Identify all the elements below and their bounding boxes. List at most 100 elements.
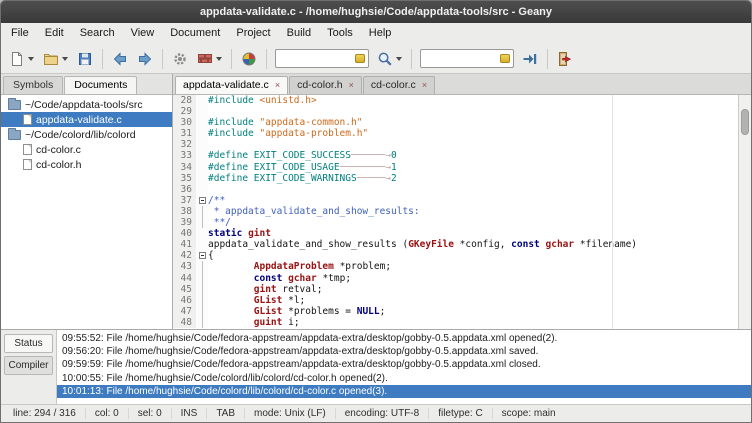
bottom-tab-compiler[interactable]: Compiler [4,356,53,375]
tree-item[interactable]: ~/Code/colord/lib/colord [1,127,172,142]
code-line[interactable]: 29 [173,106,738,117]
status-message[interactable]: 10:01:13: File /home/hughsie/Code/colord… [57,385,751,398]
menu-item-tools[interactable]: Tools [319,23,361,44]
documents-tree: ~/Code/appdata-tools/srcappdata-validate… [1,95,172,329]
code-line[interactable]: 35 #define EXIT_CODE_WARNINGS─────→2 [173,173,738,184]
navigate-forward-button[interactable] [133,47,157,71]
statusbar: line: 294 / 316col: 0sel: 0INSTABmode: U… [1,404,751,422]
close-tab-icon[interactable]: × [349,81,354,90]
code-text: #include <unistd.h> [208,95,317,106]
code-line[interactable]: 43 AppdataProblem *problem; [173,261,738,272]
statusbar-item: mode: Unix (LF) [245,408,336,419]
fold-margin [196,239,208,250]
code-line[interactable]: 34#define EXIT_CODE_USAGE────────→1 [173,162,738,173]
long-line-marker [612,95,613,329]
menu-item-project[interactable]: Project [228,23,278,44]
tree-item[interactable]: ~/Code/appdata-tools/src [1,97,172,112]
fold-margin [196,317,208,328]
code-text: { [208,250,214,261]
navigate-back-button[interactable] [108,47,132,71]
code-text: #define EXIT_CODE_WARNINGS─────→2 [208,173,397,184]
code-line[interactable]: 36 [173,184,738,195]
code-line[interactable]: 42{ [173,250,738,261]
code-line[interactable]: 32 [173,139,738,150]
build-button[interactable] [193,47,226,71]
search-dropdown-icon[interactable] [396,57,402,61]
code-line[interactable]: 44 const gchar *tmp; [173,273,738,284]
code-line[interactable]: 37/** [173,195,738,206]
menu-item-search[interactable]: Search [72,23,123,44]
status-message[interactable]: 10:00:55: File /home/hughsie/Code/colord… [57,372,751,385]
compile-button[interactable] [168,47,192,71]
clear-search-icon[interactable] [355,54,365,63]
line-number: 39 [173,217,196,228]
code-line[interactable]: 47 GList *problems = NULL; [173,306,738,317]
statusbar-item: filetype: C [429,408,492,419]
build-dropdown-icon[interactable] [216,57,222,61]
code-line[interactable]: 46 GList *l; [173,295,738,306]
menu-item-edit[interactable]: Edit [37,23,72,44]
menu-item-help[interactable]: Help [361,23,400,44]
menu-item-view[interactable]: View [123,23,163,44]
menu-item-file[interactable]: File [3,23,37,44]
editor-scrollbar[interactable] [738,95,751,329]
sidebar-tab-documents[interactable]: Documents [64,76,137,94]
file-icon [23,114,32,125]
code-text: gint retval; [208,284,322,295]
editor-tab[interactable]: cd-color.c× [363,76,435,94]
new-file-button[interactable] [5,47,38,71]
line-number: 35 [173,173,196,184]
toolbar-separator [266,49,267,69]
open-file-button[interactable] [39,47,72,71]
open-file-dropdown-icon[interactable] [62,57,68,61]
code-line[interactable]: 38 * appdata_validate_and_show_results: [173,206,738,217]
statusbar-item: scope: main [493,408,565,419]
code-line[interactable]: 41appdata_validate_and_show_results (GKe… [173,239,738,250]
color-chooser-button[interactable] [237,47,261,71]
goto-line-button[interactable] [518,47,542,71]
toolbar-separator [162,49,163,69]
quit-button[interactable] [553,47,577,71]
sidebar: SymbolsDocuments ~/Code/appdata-tools/sr… [1,74,173,329]
fold-margin [196,273,208,284]
sidebar-tab-symbols[interactable]: Symbols [3,76,63,94]
code-text: guint i; [208,317,300,328]
code-line[interactable]: 28#include <unistd.h> [173,95,738,106]
code-line[interactable]: 30#include "appdata-common.h" [173,117,738,128]
code-line[interactable]: 33#define EXIT_CODE_SUCCESS──────→0 [173,150,738,161]
code-line[interactable]: 45 gint retval; [173,284,738,295]
save-file-button[interactable] [73,47,97,71]
close-tab-icon[interactable]: × [275,81,280,90]
editor-tab[interactable]: cd-color.h× [289,76,362,94]
statusbar-item: sel: 0 [129,408,172,419]
titlebar[interactable]: appdata-validate.c - /home/hughsie/Code/… [1,1,751,23]
code-line[interactable]: 48 guint i; [173,317,738,328]
code-line[interactable]: 31#include "appdata-problem.h" [173,128,738,139]
code-view[interactable]: 28#include <unistd.h>2930#include "appda… [173,95,738,329]
editor-tab[interactable]: appdata-validate.c× [175,76,288,94]
status-message[interactable]: 09:55:52: File /home/hughsie/Code/fedora… [57,332,751,345]
code-line[interactable]: 40static gint [173,228,738,239]
close-tab-icon[interactable]: × [422,81,427,90]
menu-item-build[interactable]: Build [279,23,319,44]
tree-item[interactable]: cd-color.c [1,142,172,157]
bottom-panel: Status Compiler 09:55:52: File /home/hugh… [1,329,751,404]
editor-scrollbar-thumb[interactable] [741,109,749,135]
statusbar-item: INS [172,408,208,419]
status-message[interactable]: 09:56:20: File /home/hughsie/Code/fedora… [57,345,751,358]
fold-toggle-icon[interactable] [199,252,206,259]
statusbar-item: encoding: UTF-8 [336,408,429,419]
bottom-tab-status[interactable]: Status [4,334,53,353]
tree-item[interactable]: appdata-validate.c [1,112,172,127]
statusbar-item: col: 0 [86,408,129,419]
code-line[interactable]: 39 **/ [173,217,738,228]
menu-item-document[interactable]: Document [162,23,228,44]
status-message[interactable]: 09:59:59: File /home/hughsie/Code/fedora… [57,358,751,371]
line-number: 33 [173,150,196,161]
folder-icon [8,130,21,140]
tree-item[interactable]: cd-color.h [1,157,172,172]
search-button[interactable] [373,47,406,71]
clear-goto-icon[interactable] [500,54,510,63]
new-file-dropdown-icon[interactable] [28,57,34,61]
fold-toggle-icon[interactable] [199,197,206,204]
